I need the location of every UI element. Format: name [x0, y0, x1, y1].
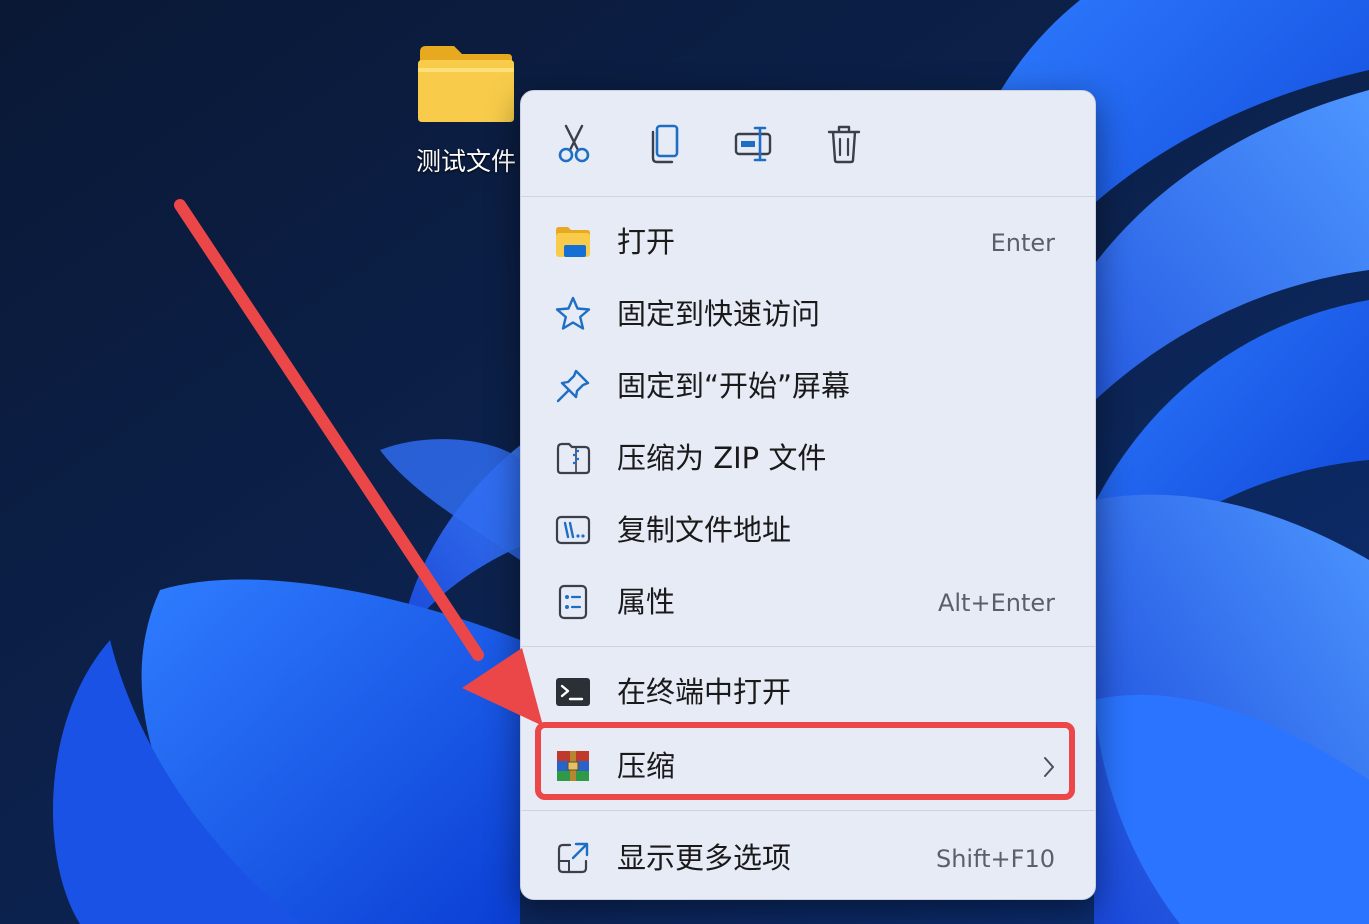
- annotation-arrow-icon: [174, 199, 543, 726]
